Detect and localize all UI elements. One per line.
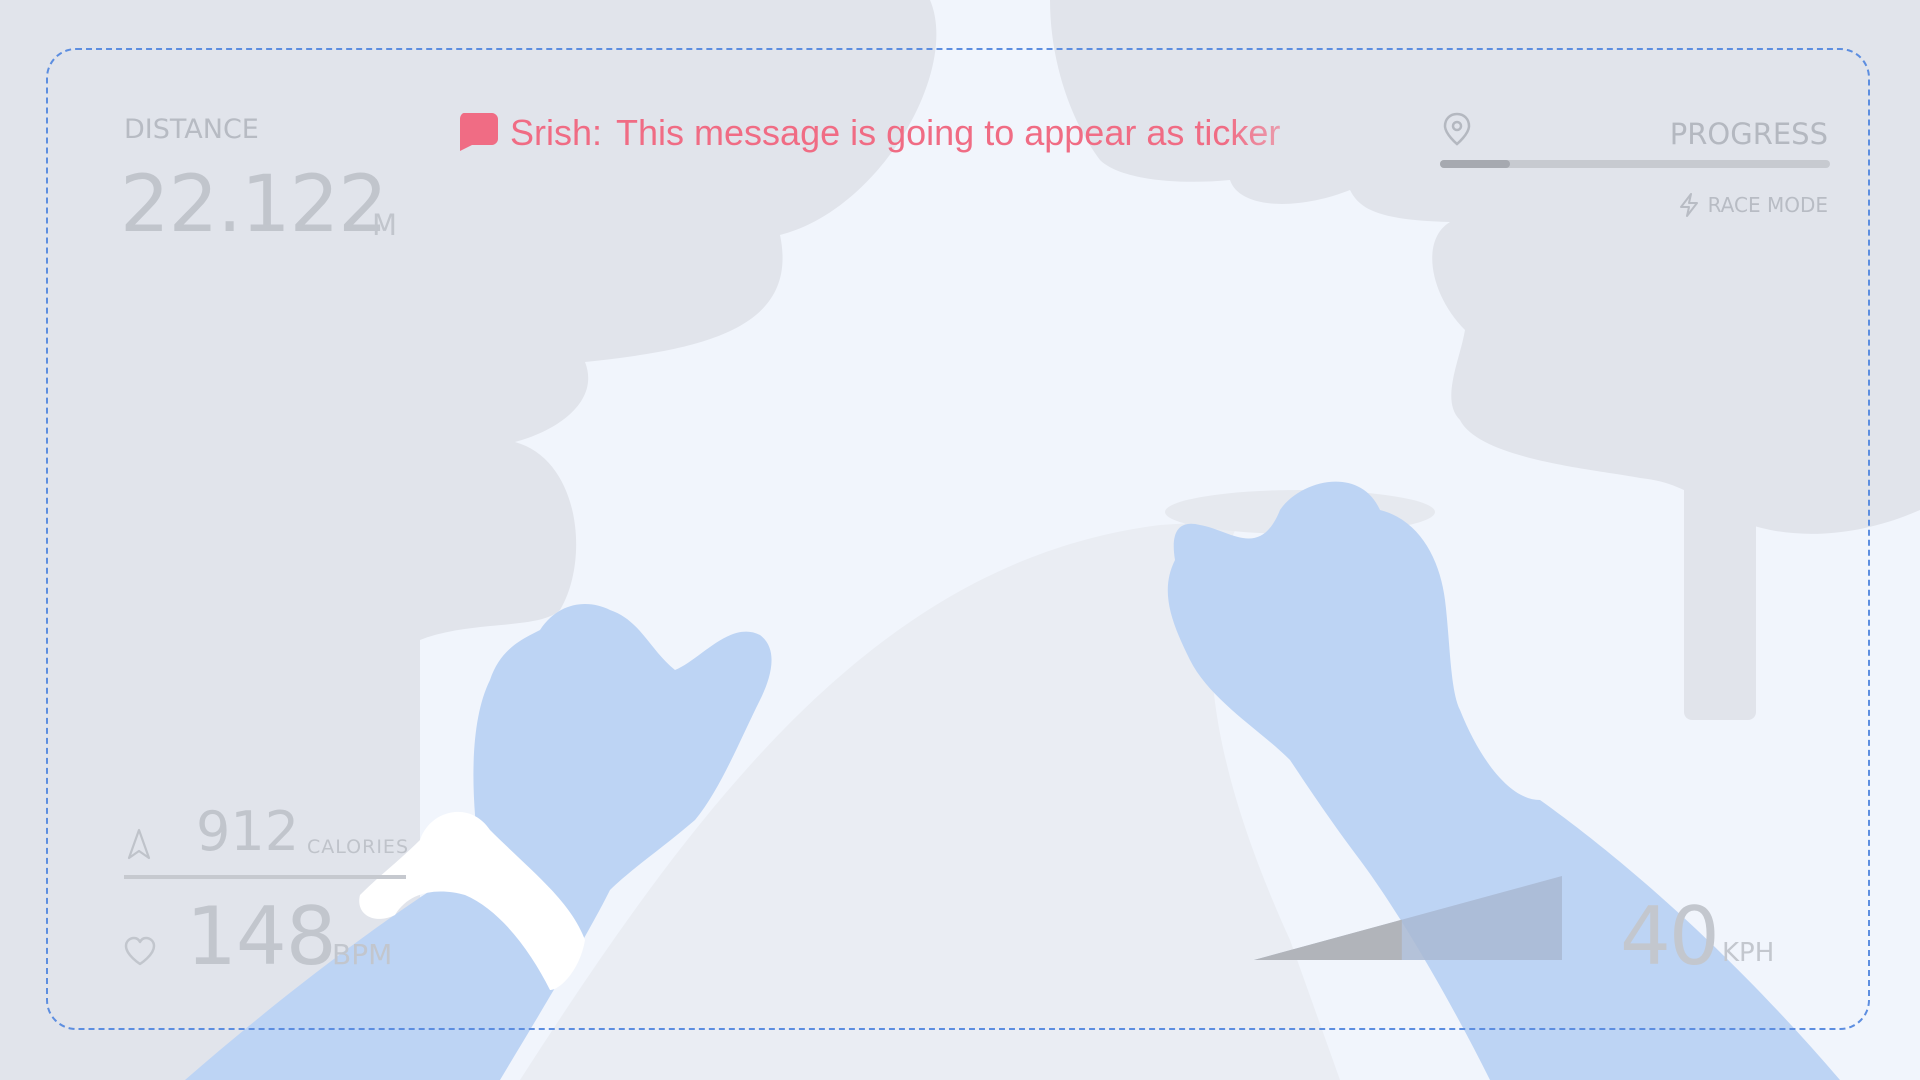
navigation-arrow-icon	[127, 828, 151, 860]
progress-bar	[1440, 160, 1830, 168]
game-view: DISTANCE 22.122 M Srish: This message is …	[0, 0, 1920, 1080]
ticker-message: This message is going to appear as ticke…	[616, 112, 1281, 153]
map-pin-icon	[1443, 112, 1471, 146]
stat-divider	[124, 875, 406, 879]
heart-rate-unit: BPM	[332, 938, 393, 971]
ticker-sender: Srish:	[510, 112, 603, 153]
progress-fill	[1440, 160, 1511, 168]
heart-rate-value: 148	[186, 890, 337, 983]
speed-gauge	[1254, 876, 1562, 960]
chat-bubble-icon	[460, 113, 498, 151]
distance-label: DISTANCE	[124, 114, 259, 145]
calories-unit: CALORIES	[307, 836, 409, 858]
speed-value: 40	[1620, 890, 1720, 983]
progress-label: PROGRESS	[1669, 117, 1828, 151]
heart-icon	[124, 936, 156, 966]
lightning-icon	[1679, 193, 1698, 217]
message-ticker: Srish: This message is going to appear as…	[458, 112, 1330, 162]
distance-value: 22.122	[120, 160, 388, 250]
race-mode-indicator: RACE MODE	[1678, 193, 1828, 217]
speed-gauge-fill	[1254, 919, 1402, 960]
calories-value: 912	[196, 800, 300, 863]
distance-unit: M	[372, 208, 398, 242]
race-mode-label: RACE MODE	[1707, 193, 1828, 217]
speed-unit: KPH	[1722, 938, 1775, 968]
